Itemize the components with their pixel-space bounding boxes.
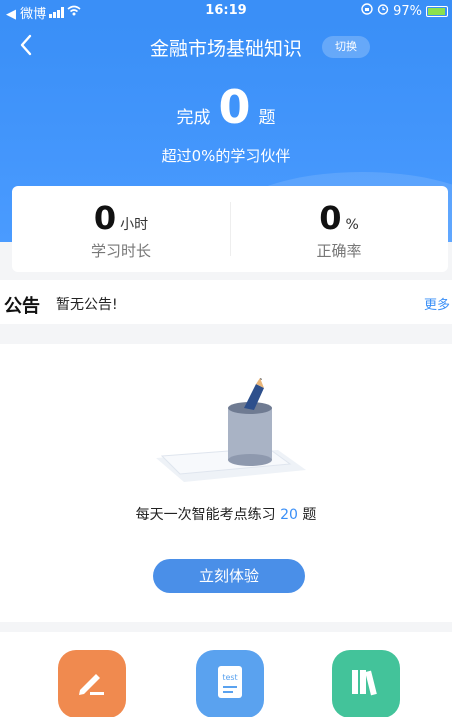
alarm-icon (377, 3, 389, 19)
study-time-unit: 小时 (120, 217, 149, 233)
daily-practice-card: 每天一次智能考点练习 20 题 立刻体验 (0, 344, 452, 622)
lock-rotation-icon (361, 3, 373, 19)
notice-more-link[interactable]: 更多 (424, 294, 450, 313)
study-time-stat: 0 小时 学习时长 (12, 200, 230, 261)
test-label: test (222, 673, 237, 682)
completed-count-line: 完成 0 题 (0, 84, 452, 130)
status-right: 97% (361, 3, 448, 19)
practice-question-count: 20 (280, 507, 298, 523)
study-time-value: 0 (93, 199, 117, 237)
accuracy-value: 0 (319, 199, 342, 237)
practice-desc-prefix: 每天一次智能考点练习 (135, 507, 281, 523)
practice-desc-suffix: 题 (297, 507, 317, 523)
notice-text: 暂无公告! (56, 297, 118, 313)
edit-note-button[interactable] (58, 650, 126, 717)
page-title: 金融市场基础知识 (149, 38, 302, 60)
done-count: 0 (218, 80, 251, 134)
try-now-button[interactable]: 立刻体验 (153, 559, 305, 593)
pencil-cup-illustration (156, 378, 306, 482)
notice-bar: 公告 暂无公告! 更多 (0, 280, 452, 324)
accuracy-label: 正确率 (316, 242, 362, 260)
stats-card: 0 小时 学习时长 0 % 正确率 (12, 186, 448, 272)
test-paper-icon: test (218, 666, 242, 698)
beat-percentage-text: 超过0%的学习伙伴 (161, 147, 291, 165)
notice-tag: 公告 (4, 296, 40, 317)
done-prefix: 完成 (176, 108, 211, 128)
books-button[interactable] (332, 650, 400, 717)
accuracy-stat: 0 % 正确率 (230, 200, 448, 261)
status-bar: ◀ 微博 16:19 97% (0, 0, 452, 22)
practice-description: 每天一次智能考点练习 20 题 (0, 504, 452, 524)
test-paper-button[interactable]: test (196, 650, 264, 717)
bottom-feature-row: test (0, 632, 452, 717)
battery-icon (426, 5, 448, 17)
switch-subject-button[interactable]: 切换 (322, 36, 370, 58)
study-time-label: 学习时长 (90, 242, 151, 260)
done-suffix: 题 (258, 108, 276, 128)
battery-percent: 97% (393, 3, 422, 19)
edit-note-icon (79, 674, 104, 695)
accuracy-unit: % (345, 217, 359, 233)
books-icon (352, 670, 377, 696)
